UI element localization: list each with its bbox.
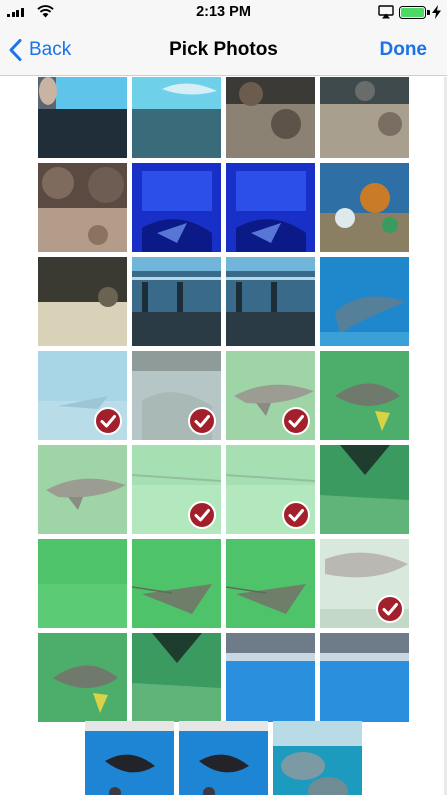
photo-image <box>320 351 409 440</box>
photo-thumbnail[interactable] <box>273 721 362 795</box>
photo-image <box>38 633 127 722</box>
photo-image <box>132 77 221 158</box>
checkmark-icon <box>188 501 216 529</box>
photo-image <box>38 163 127 252</box>
photo-image <box>132 539 221 628</box>
photo-image <box>226 633 315 722</box>
photo-thumbnail[interactable] <box>226 351 315 440</box>
photo-thumbnail[interactable] <box>132 633 221 722</box>
photo-thumbnail[interactable] <box>132 351 221 440</box>
photo-thumbnail[interactable] <box>38 163 127 252</box>
photo-image <box>38 539 127 628</box>
photo-image <box>38 257 127 346</box>
photo-image <box>320 77 409 158</box>
photo-thumbnail[interactable] <box>320 539 409 628</box>
photo-image <box>320 633 409 722</box>
photo-image <box>85 721 174 795</box>
photo-image <box>226 257 315 346</box>
photo-thumbnail[interactable] <box>132 77 221 158</box>
navigation-bar: Back Pick Photos Done <box>0 24 447 76</box>
charging-bolt-icon <box>432 5 441 19</box>
photo-thumbnail[interactable] <box>320 351 409 440</box>
photo-thumbnail[interactable] <box>132 539 221 628</box>
photo-thumbnail[interactable] <box>320 257 409 346</box>
checkmark-icon <box>376 595 404 623</box>
photo-image <box>273 721 362 795</box>
checkmark-icon <box>282 501 310 529</box>
photo-image <box>320 163 409 252</box>
checkmark-icon <box>282 407 310 435</box>
photo-image <box>179 721 268 795</box>
photo-thumbnail[interactable] <box>38 257 127 346</box>
photo-thumbnail[interactable] <box>38 351 127 440</box>
photo-thumbnail[interactable] <box>38 77 127 158</box>
photo-image <box>132 257 221 346</box>
photo-thumbnail[interactable] <box>226 539 315 628</box>
photo-image <box>132 633 221 722</box>
photo-grid[interactable] <box>0 77 447 795</box>
photo-thumbnail[interactable] <box>85 721 174 795</box>
battery-icon <box>399 6 426 19</box>
airplay-icon <box>378 5 394 19</box>
photo-thumbnail[interactable] <box>38 633 127 722</box>
photo-image <box>320 445 409 534</box>
checkmark-icon <box>94 407 122 435</box>
photo-thumbnail[interactable] <box>226 77 315 158</box>
photo-thumbnail[interactable] <box>38 539 127 628</box>
photo-thumbnail[interactable] <box>320 445 409 534</box>
photo-image <box>38 77 127 158</box>
photo-image <box>132 163 221 252</box>
photo-image <box>226 77 315 158</box>
photo-thumbnail[interactable] <box>179 721 268 795</box>
photo-thumbnail[interactable] <box>320 77 409 158</box>
photo-thumbnail[interactable] <box>320 163 409 252</box>
photo-thumbnail[interactable] <box>226 445 315 534</box>
photo-thumbnail[interactable] <box>132 257 221 346</box>
checkmark-icon <box>188 407 216 435</box>
photo-thumbnail[interactable] <box>132 163 221 252</box>
photo-image <box>226 163 315 252</box>
photo-thumbnail[interactable] <box>38 445 127 534</box>
photo-thumbnail[interactable] <box>226 163 315 252</box>
photo-image <box>226 539 315 628</box>
photo-thumbnail[interactable] <box>132 445 221 534</box>
done-button[interactable]: Done <box>380 39 428 61</box>
status-bar: 2:13 PM <box>0 0 447 24</box>
photo-image <box>38 445 127 534</box>
photo-thumbnail[interactable] <box>226 633 315 722</box>
photo-image <box>320 257 409 346</box>
photo-thumbnail[interactable] <box>320 633 409 722</box>
photo-thumbnail[interactable] <box>226 257 315 346</box>
